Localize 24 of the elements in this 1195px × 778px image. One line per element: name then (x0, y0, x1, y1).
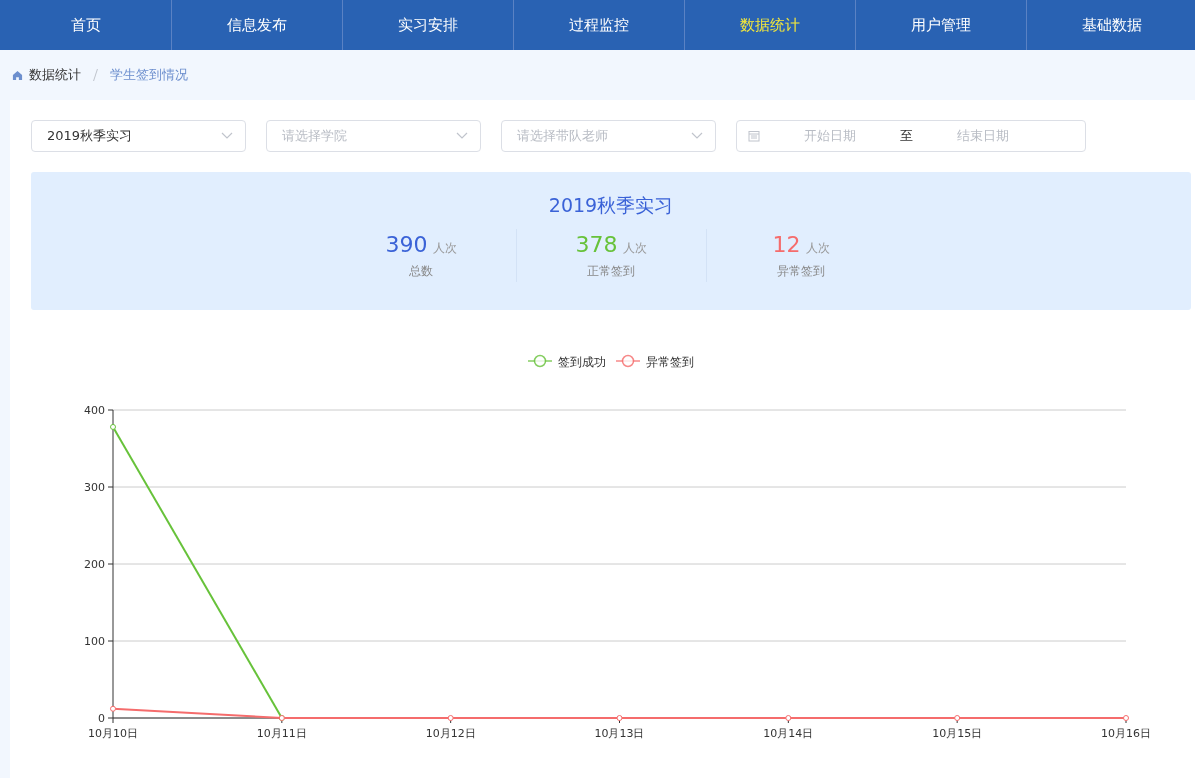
x-axis-label: 10月11日 (256, 727, 307, 740)
stat-unit: 人次 (432, 240, 457, 257)
x-axis-label: 10月10日 (88, 727, 138, 740)
stat-label: 异常签到 (777, 263, 825, 280)
stat-label: 正常签到 (587, 263, 635, 280)
x-axis-label: 10月13日 (594, 727, 645, 740)
stat-value: 378 (575, 232, 618, 257)
y-axis-label: 200 (84, 558, 105, 571)
stat-unit: 人次 (805, 240, 830, 257)
legend-label: 签到成功 (558, 354, 606, 369)
x-axis-label: 10月16日 (1101, 727, 1151, 740)
y-axis-label: 400 (84, 404, 105, 417)
x-axis-label: 10月15日 (932, 727, 983, 740)
stat-value: 390 (385, 232, 428, 257)
x-axis-label: 10月14日 (763, 727, 814, 740)
y-axis-label: 100 (84, 635, 105, 648)
y-axis-label: 0 (98, 712, 105, 725)
x-axis-label: 10月12日 (425, 727, 476, 740)
summary-title: 2019秋季实习 (548, 193, 674, 218)
stat-label: 总数 (409, 263, 433, 280)
stat-unit: 人次 (622, 240, 647, 257)
legend-label: 异常签到 (646, 354, 694, 369)
y-axis-label: 300 (84, 481, 105, 494)
stat-value: 12 (772, 232, 801, 257)
